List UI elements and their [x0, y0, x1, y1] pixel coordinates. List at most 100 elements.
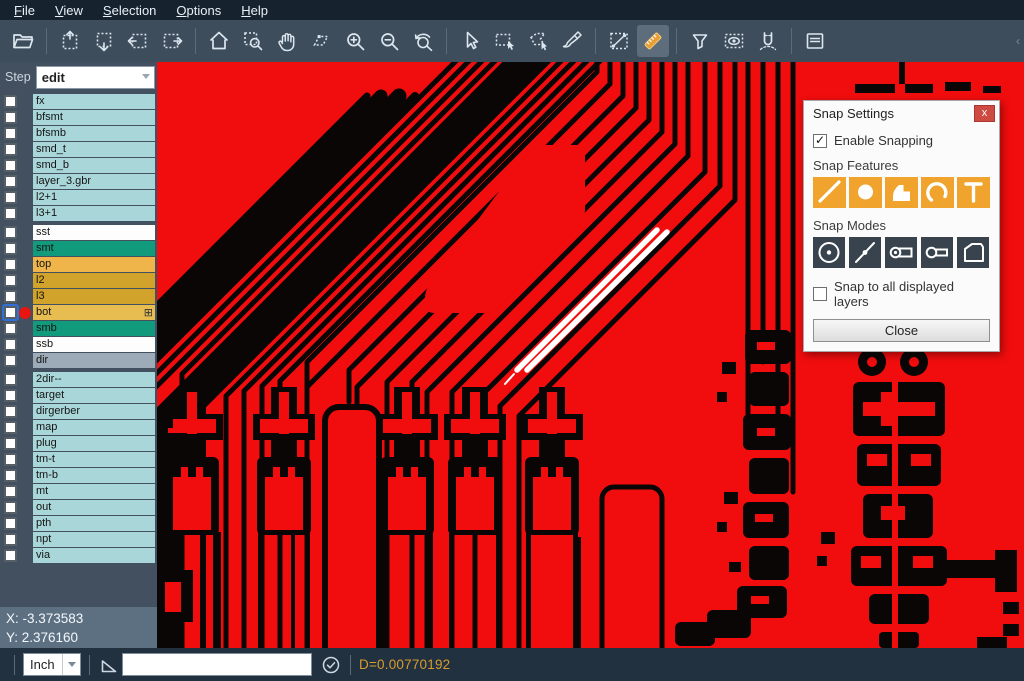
layer-row-npt[interactable]: npt	[0, 532, 157, 547]
pan-hand-icon[interactable]	[271, 25, 303, 57]
layer-name[interactable]: plug	[33, 436, 155, 451]
layer-row-bfsmb[interactable]: bfsmb	[0, 126, 157, 141]
snap-feature-surface-button[interactable]	[885, 177, 918, 208]
menu-view[interactable]: View	[45, 1, 93, 20]
close-icon[interactable]: x	[974, 105, 995, 122]
layer-row-2dir--[interactable]: 2dir--	[0, 372, 157, 387]
layer-name[interactable]: bfsmt	[33, 110, 155, 125]
layer-row-target[interactable]: target	[0, 388, 157, 403]
snap-magnet-icon[interactable]	[752, 25, 784, 57]
ruler-measure-icon[interactable]	[637, 25, 669, 57]
grid-icon[interactable]: ⊞	[144, 305, 153, 320]
layer-name[interactable]: tm-b	[33, 468, 155, 483]
layer-row-smd_t[interactable]: smd_t	[0, 142, 157, 157]
layer-name[interactable]: top	[33, 257, 155, 272]
view-right-icon[interactable]	[156, 25, 188, 57]
layer-name[interactable]: smd_t	[33, 142, 155, 157]
reshape-icon[interactable]	[305, 25, 337, 57]
layer-name[interactable]: tm-t	[33, 452, 155, 467]
layer-checkbox[interactable]	[4, 274, 17, 287]
layer-row-smb[interactable]: smb	[0, 321, 157, 336]
layer-row-tm-b[interactable]: tm-b	[0, 468, 157, 483]
layer-checkbox[interactable]	[4, 191, 17, 204]
close-button[interactable]: Close	[813, 319, 990, 342]
snap-mode-along-line-button[interactable]	[849, 237, 881, 268]
layer-checkbox[interactable]	[4, 437, 17, 450]
layer-name[interactable]: smt	[33, 241, 155, 256]
menu-selection[interactable]: Selection	[93, 1, 166, 20]
home-view-icon[interactable]	[203, 25, 235, 57]
layer-checkbox[interactable]	[4, 517, 17, 530]
layer-row-top[interactable]: top	[0, 257, 157, 272]
layer-checkbox[interactable]	[4, 453, 17, 466]
select-rectangle-icon[interactable]	[488, 25, 520, 57]
enable-snapping-checkbox[interactable]: ✓	[813, 134, 827, 148]
measure-points-icon[interactable]	[603, 25, 635, 57]
layer-checkbox[interactable]	[4, 242, 17, 255]
layer-name[interactable]: mt	[33, 484, 155, 499]
layer-row-dirgerber[interactable]: dirgerber	[0, 404, 157, 419]
zoom-window-icon[interactable]	[237, 25, 269, 57]
layer-checkbox[interactable]	[4, 290, 17, 303]
step-select[interactable]: edit	[36, 66, 155, 89]
layer-checkbox[interactable]	[4, 389, 17, 402]
snap-mode-outline-button[interactable]	[957, 237, 989, 268]
layer-row-smt[interactable]: smt	[0, 241, 157, 256]
layer-name[interactable]: target	[33, 388, 155, 403]
layer-checkbox[interactable]	[4, 207, 17, 220]
layer-row-out[interactable]: out	[0, 500, 157, 515]
layer-name[interactable]: l2+1	[33, 190, 155, 205]
layer-row-l2[interactable]: l2	[0, 273, 157, 288]
layer-name[interactable]: map	[33, 420, 155, 435]
layer-row-pth[interactable]: pth	[0, 516, 157, 531]
layer-row-plug[interactable]: plug	[0, 436, 157, 451]
layer-checkbox[interactable]	[4, 111, 17, 124]
snap-mode-slot-outline-button[interactable]	[921, 237, 953, 268]
layer-row-ssb[interactable]: ssb	[0, 337, 157, 352]
layer-name[interactable]: dir	[33, 353, 155, 368]
layer-row-dir[interactable]: dir	[0, 353, 157, 368]
zoom-in-icon[interactable]	[339, 25, 371, 57]
layer-name[interactable]: npt	[33, 532, 155, 547]
filter-icon[interactable]	[684, 25, 716, 57]
layer-checkbox[interactable]	[4, 469, 17, 482]
layer-row-map[interactable]: map	[0, 420, 157, 435]
layer-checkbox[interactable]	[4, 258, 17, 271]
layer-name[interactable]: fx	[33, 94, 155, 109]
layer-name[interactable]: pth	[33, 516, 155, 531]
layer-checkbox[interactable]	[4, 127, 17, 140]
layer-checkbox[interactable]	[4, 485, 17, 498]
layer-checkbox[interactable]	[4, 143, 17, 156]
layer-row-bot[interactable]: bot⊞	[0, 305, 157, 320]
layer-checkbox[interactable]	[4, 533, 17, 546]
layer-checkbox[interactable]	[4, 338, 17, 351]
layer-checkbox[interactable]	[4, 226, 17, 239]
layer-row-smd_b[interactable]: smd_b	[0, 158, 157, 173]
layer-row-l3[interactable]: l3	[0, 289, 157, 304]
layer-checkbox[interactable]	[4, 159, 17, 172]
view-up-icon[interactable]	[54, 25, 86, 57]
layer-name[interactable]: dirgerber	[33, 404, 155, 419]
layer-name[interactable]: smd_b	[33, 158, 155, 173]
menu-options[interactable]: Options	[166, 1, 231, 20]
layer-name[interactable]: l3	[33, 289, 155, 304]
menu-help[interactable]: Help	[231, 1, 278, 20]
layer-name[interactable]: bot⊞	[33, 305, 155, 320]
layer-row-mt[interactable]: mt	[0, 484, 157, 499]
select-cursor-icon[interactable]	[454, 25, 486, 57]
layer-row-via[interactable]: via	[0, 548, 157, 563]
layer-checkbox[interactable]	[4, 501, 17, 514]
snap-feature-pad-button[interactable]	[849, 177, 882, 208]
zoom-previous-icon[interactable]	[407, 25, 439, 57]
toolbar-overflow-chevron[interactable]: ‹	[1016, 34, 1020, 48]
snap-mode-center-button[interactable]	[813, 237, 845, 268]
layer-row-l3+1[interactable]: l3+1	[0, 206, 157, 221]
layer-checkbox[interactable]	[4, 95, 17, 108]
layer-checkbox[interactable]	[4, 405, 17, 418]
open-file-icon[interactable]	[7, 25, 39, 57]
layer-checkbox[interactable]	[4, 306, 17, 319]
layer-row-sst[interactable]: sst	[0, 225, 157, 240]
snap-feature-arc-button[interactable]	[921, 177, 954, 208]
layer-name[interactable]: layer_3.gbr	[33, 174, 155, 189]
layer-checkbox[interactable]	[4, 373, 17, 386]
